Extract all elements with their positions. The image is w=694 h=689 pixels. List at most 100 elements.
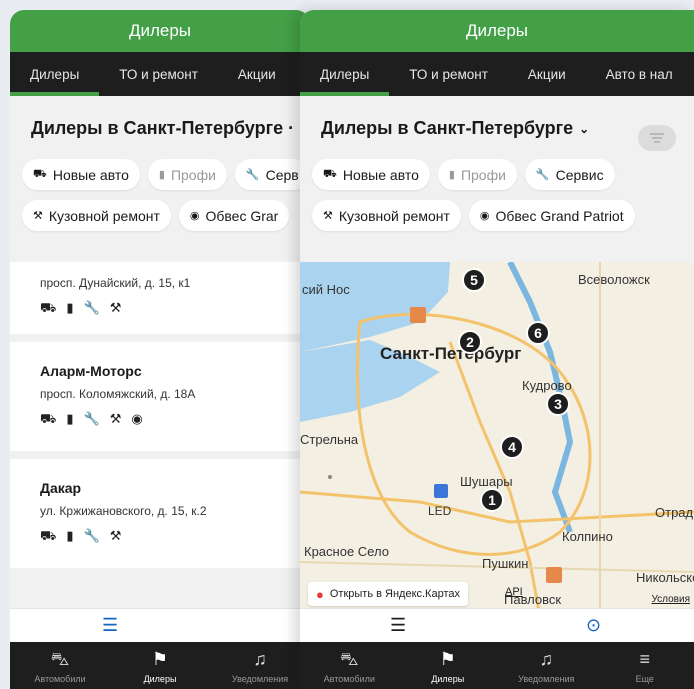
dealer-map[interactable]: сий Нос Всеволожск Санкт-Петербург Кудро… <box>300 262 694 617</box>
paint-gun-icon: ⚒ <box>109 300 122 315</box>
map-label: Стрельна <box>300 432 359 447</box>
map-pin[interactable]: 6 <box>526 321 550 345</box>
list-view-icon[interactable]: ☰ <box>390 615 406 636</box>
nav-more[interactable]: ≡ Еще <box>596 642 694 689</box>
nav-notifications[interactable]: ♫ Уведомления <box>497 642 596 689</box>
menu-icon: ≡ <box>639 649 650 669</box>
pro-icon: ▮ <box>66 300 74 315</box>
dealer-name: Дакар <box>40 480 82 496</box>
chip-grand-patriot[interactable]: ◉ Обвес Grand Patriot <box>468 200 635 231</box>
dealer-address: ул. Кржижановского, д. 15, к.2 <box>40 504 207 518</box>
map-pin[interactable]: 2 <box>458 330 482 354</box>
wrench-icon: 🔧 <box>245 169 260 181</box>
paint-gun-icon: ⚒ <box>323 210 333 222</box>
map-pin[interactable]: 4 <box>500 435 524 459</box>
wrench-icon: 🔧 <box>535 169 550 181</box>
chip-new-cars[interactable]: ⛟ Новые авто <box>22 159 140 190</box>
map-label: Кудрово <box>522 378 572 393</box>
chip-service[interactable]: 🔧 Сервис <box>524 159 615 190</box>
wrench-icon: 🔧 <box>83 528 100 543</box>
car-outline-icon: ⛍ <box>50 649 70 669</box>
bottom-nav: ⛍ Автомобили ⚑ Дилеры ♫ Уведомления ≡ Еще <box>300 642 694 689</box>
nav-dealers[interactable]: ⚑ Дилеры <box>110 642 210 689</box>
chip-body-repair[interactable]: ⚒ Кузовной ремонт <box>22 200 171 231</box>
city-title[interactable]: Дилеры в Санкт-Петербурге · <box>10 118 310 139</box>
paint-gun-icon: ⚒ <box>109 411 122 426</box>
tab-used-cars[interactable]: Авто в нал <box>586 52 693 96</box>
tab-promo[interactable]: Акции <box>508 52 586 96</box>
location-pin-icon: ● <box>316 586 324 602</box>
map-pin[interactable]: 3 <box>546 392 570 416</box>
pro-icon: ▮ <box>158 169 165 181</box>
dealer-address: просп. Коломяжский, д. 18А <box>40 387 196 401</box>
map-label: Никольское <box>636 570 694 585</box>
map-label: Отрад <box>655 505 694 520</box>
nav-cars[interactable]: ⛍ Автомобили <box>300 642 399 689</box>
bell-icon: ♫ <box>253 649 267 669</box>
car-icon: ⛟ <box>40 528 57 543</box>
car-icon: ⛟ <box>40 300 57 315</box>
open-yandex-maps-button[interactable]: ● Открыть в Яндекс.Картах <box>308 582 468 606</box>
filter-header: Дилеры в Санкт-Петербурге ⌄ ⛟ Новые авто ▮… <box>300 96 694 262</box>
map-view-icon[interactable]: ⊙ <box>586 615 601 636</box>
pro-icon: ▮ <box>448 169 455 181</box>
stage: Дилеры Дилеры ТО и ремонт Акции Дилеры в… <box>0 0 694 689</box>
tire-icon: ◉ <box>189 210 200 222</box>
chip-new-cars[interactable]: ⛟ Новые авто <box>312 159 430 190</box>
view-switcher: ☰ ⊙ <box>300 608 694 642</box>
list-view-icon[interactable]: ☰ <box>102 615 118 636</box>
nav-notifications[interactable]: ♫ Уведомления <box>210 642 310 689</box>
chip-pro[interactable]: ▮ Профи <box>437 159 517 190</box>
chevron-down-icon: ⌄ <box>579 121 590 136</box>
dealer-list: просп. Дунайский, д. 15, к1 ⛟ ▮ 🔧 ⚒ Алар… <box>10 262 310 617</box>
chip-body-repair[interactable]: ⚒ Кузовной ремонт <box>312 200 461 231</box>
map-pin[interactable]: 1 <box>480 488 504 512</box>
map-label: Всеволожск <box>578 272 650 287</box>
tab-bar: Дилеры ТО и ремонт Акции <box>10 52 310 96</box>
map-label: Шушары <box>460 474 513 489</box>
paint-gun-icon: ⚒ <box>109 528 122 543</box>
dealer-card[interactable]: просп. Дунайский, д. 15, к1 ⛟ ▮ 🔧 ⚒ <box>10 262 310 334</box>
dealer-service-icons: ⛟ ▮ 🔧 ⚒ <box>40 528 280 546</box>
tire-icon: ◉ <box>479 210 490 222</box>
map-screen: Дилеры Дилеры ТО и ремонт Акции Авто в н… <box>300 10 694 689</box>
car-icon: ⛟ <box>40 411 57 426</box>
map-label-city: Санкт-Петербург <box>380 344 522 363</box>
filter-button[interactable] <box>638 125 676 151</box>
list-screen: Дилеры Дилеры ТО и ремонт Акции Дилеры в… <box>10 10 310 689</box>
tab-dealers[interactable]: Дилеры <box>10 52 100 96</box>
nav-dealers[interactable]: ⚑ Дилеры <box>399 642 498 689</box>
tab-promo[interactable]: Акции <box>218 52 296 96</box>
tab-dealers[interactable]: Дилеры <box>300 52 390 96</box>
dealer-card[interactable]: Дакар ул. Кржижановского, д. 15, к.2 ⛟ ▮… <box>10 459 310 568</box>
api-link[interactable]: API <box>505 586 523 598</box>
tab-service[interactable]: ТО и ремонт <box>389 52 508 96</box>
map-label: Пушкин <box>482 556 529 571</box>
chip-service[interactable]: 🔧 Серв <box>234 159 310 190</box>
tab-service[interactable]: ТО и ремонт <box>99 52 218 96</box>
nav-cars[interactable]: ⛍ Автомобили <box>10 642 110 689</box>
chip-pro[interactable]: ▮ Профи <box>147 159 227 190</box>
terms-link[interactable]: Условия <box>651 594 690 605</box>
paint-gun-icon: ⚒ <box>33 210 43 222</box>
tab-bar: Дилеры ТО и ремонт Акции Авто в нал <box>300 52 694 96</box>
app-title: Дилеры <box>10 10 310 52</box>
view-switcher: ☰ <box>10 608 310 642</box>
map-label: сий Нос <box>302 282 350 297</box>
map-label: Красное Село <box>304 544 389 559</box>
car-outline-icon: ⛍ <box>339 649 359 669</box>
tire-icon: ◉ <box>131 411 143 426</box>
dealer-card[interactable]: Аларм-Моторс просп. Коломяжский, д. 18А … <box>10 342 310 451</box>
city-title[interactable]: Дилеры в Санкт-Петербурге ⌄ <box>300 118 694 139</box>
map-label: Колпино <box>562 529 613 544</box>
app-title: Дилеры <box>300 10 694 52</box>
bell-icon: ♫ <box>539 649 554 669</box>
map-pin[interactable]: 5 <box>462 268 486 292</box>
pro-icon: ▮ <box>66 411 74 426</box>
wrench-icon: 🔧 <box>83 300 100 315</box>
flag-icon: ⚑ <box>439 649 456 669</box>
map-label-airport: LED <box>428 504 452 518</box>
filter-header: Дилеры в Санкт-Петербурге · ⛟ Новые авто … <box>10 96 310 262</box>
chip-grand-patriot[interactable]: ◉ Обвес Grar <box>178 200 290 231</box>
filter-chips: ⛟ Новые авто ▮ Профи 🔧 Сервис ⚒ Кузовной рем… <box>300 159 694 231</box>
